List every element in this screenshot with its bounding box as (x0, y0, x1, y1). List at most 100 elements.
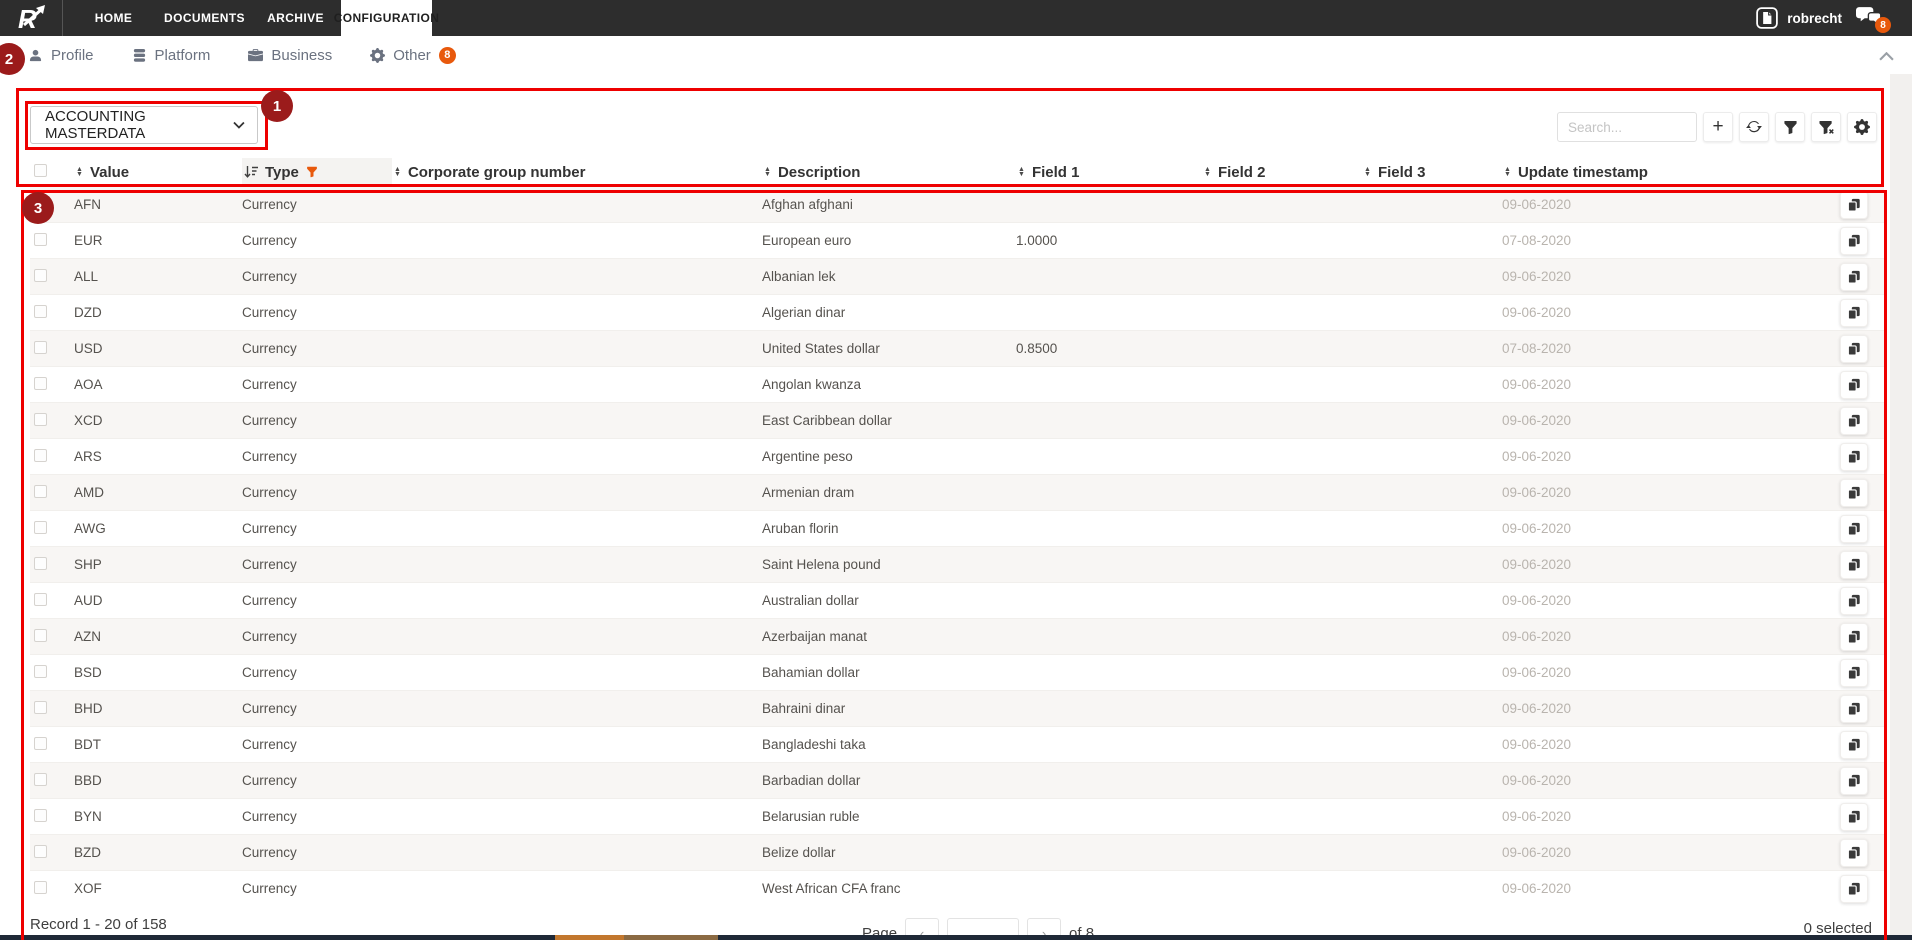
row-checkbox[interactable] (34, 232, 47, 246)
column-header-type[interactable]: Type (242, 158, 392, 187)
copy-button[interactable] (1840, 262, 1868, 291)
table-row[interactable]: AMD Currency Armenian dram 09-06-2020 (30, 474, 1884, 511)
copy-button[interactable] (1840, 334, 1868, 363)
gear-icon (1854, 119, 1870, 135)
row-checkbox[interactable] (34, 664, 47, 678)
cell-update-timestamp: 09-06-2020 (1502, 474, 1820, 511)
cell-description: West African CFA franc (762, 870, 1016, 907)
copy-button[interactable] (1840, 550, 1868, 579)
table-row[interactable]: XCD Currency East Caribbean dollar 09-06… (30, 402, 1884, 439)
row-checkbox[interactable] (34, 196, 47, 210)
copy-button[interactable] (1840, 190, 1868, 219)
subnav-item-other[interactable]: Other 8 (370, 46, 456, 64)
table-row[interactable]: EUR Currency European euro 1.0000 07-08-… (30, 222, 1884, 259)
table-row[interactable]: BZD Currency Belize dollar 09-06-2020 (30, 834, 1884, 871)
user-menu[interactable]: robrecht (1756, 7, 1842, 29)
copy-icon (1847, 414, 1860, 428)
table-row[interactable]: BDT Currency Bangladeshi taka 09-06-2020 (30, 726, 1884, 763)
copy-button[interactable] (1840, 514, 1868, 543)
add-button[interactable]: + (1703, 112, 1733, 142)
copy-button[interactable] (1840, 802, 1868, 831)
search-input[interactable] (1557, 112, 1697, 142)
copy-button[interactable] (1840, 622, 1868, 651)
row-checkbox[interactable] (34, 268, 47, 282)
sort-descending-icon (244, 166, 258, 178)
cell-value: SHP (74, 546, 242, 583)
copy-button[interactable] (1840, 478, 1868, 507)
copy-button[interactable] (1840, 874, 1868, 903)
column-header-description[interactable]: ▲ ▼ Description (762, 158, 1016, 187)
table-row[interactable]: AWG Currency Aruban florin 09-06-2020 (30, 510, 1884, 547)
row-checkbox[interactable] (34, 304, 47, 318)
row-checkbox[interactable] (34, 376, 47, 390)
copy-button[interactable] (1840, 406, 1868, 435)
clear-filter-button[interactable] (1811, 112, 1841, 142)
cell-type: Currency (242, 618, 392, 655)
row-checkbox[interactable] (34, 844, 47, 858)
row-checkbox[interactable] (34, 484, 47, 498)
column-header-field2[interactable]: ▲ ▼ Field 2 (1202, 158, 1362, 187)
row-checkbox[interactable] (34, 520, 47, 534)
filter-button[interactable] (1775, 112, 1805, 142)
table-row[interactable]: DZD Currency Algerian dinar 09-06-2020 (30, 294, 1884, 331)
subnav-item-platform[interactable]: Platform (132, 47, 210, 64)
table-row[interactable]: USD Currency United States dollar 0.8500… (30, 330, 1884, 367)
collapse-panel-button[interactable] (1879, 48, 1894, 66)
table-row[interactable]: AUD Currency Australian dollar 09-06-202… (30, 582, 1884, 619)
tab-archive[interactable]: ARCHIVE (250, 0, 341, 36)
tab-documents[interactable]: DOCUMENTS (159, 0, 250, 36)
table-row[interactable]: ALL Currency Albanian lek 09-06-2020 (30, 258, 1884, 295)
column-header-field1[interactable]: ▲ ▼ Field 1 (1016, 158, 1202, 187)
copy-button[interactable] (1840, 730, 1868, 759)
table-row[interactable]: BBD Currency Barbadian dollar 09-06-2020 (30, 762, 1884, 799)
select-all-checkbox[interactable] (34, 163, 47, 177)
table-row[interactable]: AOA Currency Angolan kwanza 09-06-2020 (30, 366, 1884, 403)
tab-configuration[interactable]: CONFIGURATION (334, 0, 439, 36)
copy-button[interactable] (1840, 226, 1868, 255)
table-row[interactable]: BYN Currency Belarusian ruble 09-06-2020 (30, 798, 1884, 835)
table-row[interactable]: BSD Currency Bahamian dollar 09-06-2020 (30, 654, 1884, 691)
table-row[interactable]: SHP Currency Saint Helena pound 09-06-20… (30, 546, 1884, 583)
column-header-corporate-group-number[interactable]: ▲ ▼ Corporate group number (392, 158, 762, 187)
cell-field3 (1362, 366, 1502, 403)
tab-home[interactable]: HOME (68, 0, 159, 36)
copy-button[interactable] (1840, 694, 1868, 723)
cell-field3 (1362, 330, 1502, 367)
row-checkbox[interactable] (34, 808, 47, 822)
table-row[interactable]: BHD Currency Bahraini dinar 09-06-2020 (30, 690, 1884, 727)
table-row[interactable]: AFN Currency Afghan afghani 09-06-2020 (30, 186, 1884, 223)
subnav-item-business[interactable]: Business (248, 47, 332, 64)
row-checkbox[interactable] (34, 592, 47, 606)
copy-button[interactable] (1840, 838, 1868, 867)
row-checkbox[interactable] (34, 736, 47, 750)
settings-button[interactable] (1847, 112, 1877, 142)
masterdata-type-select[interactable]: ACCOUNTING MASTERDATA (30, 106, 258, 144)
table-row[interactable]: ARS Currency Argentine peso 09-06-2020 (30, 438, 1884, 475)
subnav-item-profile[interactable]: Profile (28, 47, 94, 64)
copy-button[interactable] (1840, 658, 1868, 687)
chat-button[interactable]: 8 (1856, 7, 1891, 33)
copy-button[interactable] (1840, 442, 1868, 471)
table-row[interactable]: XOF Currency West African CFA franc 09-0… (30, 870, 1884, 907)
refresh-button[interactable] (1739, 112, 1769, 142)
row-checkbox[interactable] (34, 628, 47, 642)
row-checkbox[interactable] (34, 772, 47, 786)
cell-update-timestamp: 09-06-2020 (1502, 762, 1820, 799)
cell-type: Currency (242, 330, 392, 367)
row-checkbox[interactable] (34, 880, 47, 894)
column-header-value[interactable]: ▲ ▼ Value (74, 158, 242, 187)
copy-button[interactable] (1840, 766, 1868, 795)
app-logo[interactable]: R (0, 0, 63, 36)
row-checkbox[interactable] (34, 412, 47, 426)
copy-button[interactable] (1840, 298, 1868, 327)
copy-button[interactable] (1840, 586, 1868, 615)
row-checkbox[interactable] (34, 556, 47, 570)
copy-button[interactable] (1840, 370, 1868, 399)
row-checkbox[interactable] (34, 340, 47, 354)
row-checkbox[interactable] (34, 700, 47, 714)
table-row[interactable]: AZN Currency Azerbaijan manat 09-06-2020 (30, 618, 1884, 655)
column-header-field3[interactable]: ▲ ▼ Field 3 (1362, 158, 1502, 187)
row-checkbox[interactable] (34, 448, 47, 462)
column-header-update-timestamp[interactable]: ▲ ▼ Update timestamp (1502, 158, 1820, 187)
cell-description: Australian dollar (762, 582, 1016, 619)
